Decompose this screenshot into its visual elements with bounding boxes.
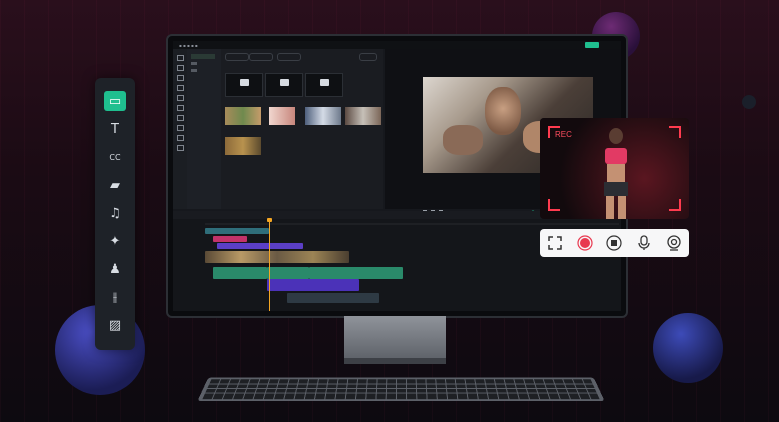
- media-panel: [221, 49, 383, 209]
- rec-label: REC: [555, 130, 572, 139]
- media-thumbnail[interactable]: [225, 107, 261, 125]
- library-icon[interactable]: [177, 55, 184, 61]
- tab[interactable]: [359, 53, 377, 61]
- tab[interactable]: [277, 53, 301, 61]
- library-icon[interactable]: [177, 145, 184, 151]
- nav-item[interactable]: [191, 54, 215, 59]
- split-icon[interactable]: ⫲: [104, 287, 126, 307]
- library-nav: [187, 49, 221, 209]
- record-icon[interactable]: [577, 235, 593, 251]
- side-toolbar: ▭ T CC ▰ ♫ ✦ ♟ ⫲ ▨: [95, 78, 135, 350]
- media-icon[interactable]: ▭: [104, 91, 126, 111]
- recorder-controls: [540, 229, 689, 257]
- library-icon[interactable]: [177, 125, 184, 131]
- folder-thumb[interactable]: [265, 73, 303, 97]
- video-content: [443, 125, 483, 155]
- library-icon[interactable]: [177, 135, 184, 141]
- tab[interactable]: [249, 53, 273, 61]
- library-icon[interactable]: [177, 95, 184, 101]
- frame-corner: [669, 126, 681, 138]
- monitor-stand-base: [344, 358, 446, 364]
- library-icon[interactable]: [177, 65, 184, 71]
- microphone-icon[interactable]: [636, 235, 652, 251]
- webcam-icon[interactable]: [666, 235, 682, 251]
- nav-item[interactable]: [191, 62, 197, 65]
- frame-corner: [669, 199, 681, 211]
- media-thumbnail[interactable]: [269, 107, 295, 125]
- library-icon[interactable]: [177, 115, 184, 121]
- timeline-clip[interactable]: [287, 293, 379, 303]
- filters-icon[interactable]: ▨: [104, 315, 126, 335]
- tab[interactable]: [225, 53, 249, 61]
- music-icon[interactable]: ♫: [104, 203, 126, 223]
- media-thumbnail[interactable]: [225, 137, 261, 155]
- decorative-orb: [742, 95, 756, 109]
- media-thumbnail[interactable]: [305, 107, 341, 125]
- text-icon[interactable]: T: [104, 119, 126, 139]
- timeline-clip[interactable]: [213, 236, 247, 242]
- audio-clip[interactable]: [309, 267, 403, 279]
- monitor-stand: [344, 316, 446, 362]
- nav-item[interactable]: [191, 69, 197, 72]
- keyboard: [197, 377, 605, 402]
- folder-thumb[interactable]: [225, 73, 263, 97]
- timeline-clip[interactable]: [205, 228, 269, 234]
- library-icon[interactable]: [177, 75, 184, 81]
- video-clip[interactable]: [205, 251, 349, 263]
- timeline: [173, 211, 621, 311]
- recorder-subject: [595, 126, 639, 219]
- timeline-clip[interactable]: [217, 243, 303, 249]
- video-content: [485, 87, 521, 135]
- fullscreen-icon[interactable]: [547, 235, 563, 251]
- frame-corner: [548, 199, 560, 211]
- captions-icon[interactable]: CC: [104, 147, 126, 167]
- audio-clip[interactable]: [267, 267, 309, 279]
- stop-icon[interactable]: [606, 235, 623, 251]
- stickers-icon[interactable]: ♟: [104, 259, 126, 279]
- timeline-clip[interactable]: [267, 279, 359, 291]
- playhead[interactable]: [267, 218, 272, 311]
- menu-bar: ▪ ▪ ▪ ▪ ▪: [173, 41, 621, 49]
- effects-icon[interactable]: ✦: [104, 231, 126, 251]
- folder-thumb[interactable]: [305, 73, 343, 97]
- keyboard-keys: [202, 379, 600, 400]
- library-icon[interactable]: [177, 105, 184, 111]
- library-icon[interactable]: [177, 85, 184, 91]
- library-sidebar: [173, 49, 187, 209]
- decorative-orb: [653, 313, 723, 383]
- folder-icon[interactable]: ▰: [104, 175, 126, 195]
- media-thumbnail[interactable]: [345, 107, 381, 125]
- export-button[interactable]: [585, 42, 599, 48]
- webcam-recorder-window: REC: [540, 118, 689, 219]
- audio-clip[interactable]: [213, 267, 267, 279]
